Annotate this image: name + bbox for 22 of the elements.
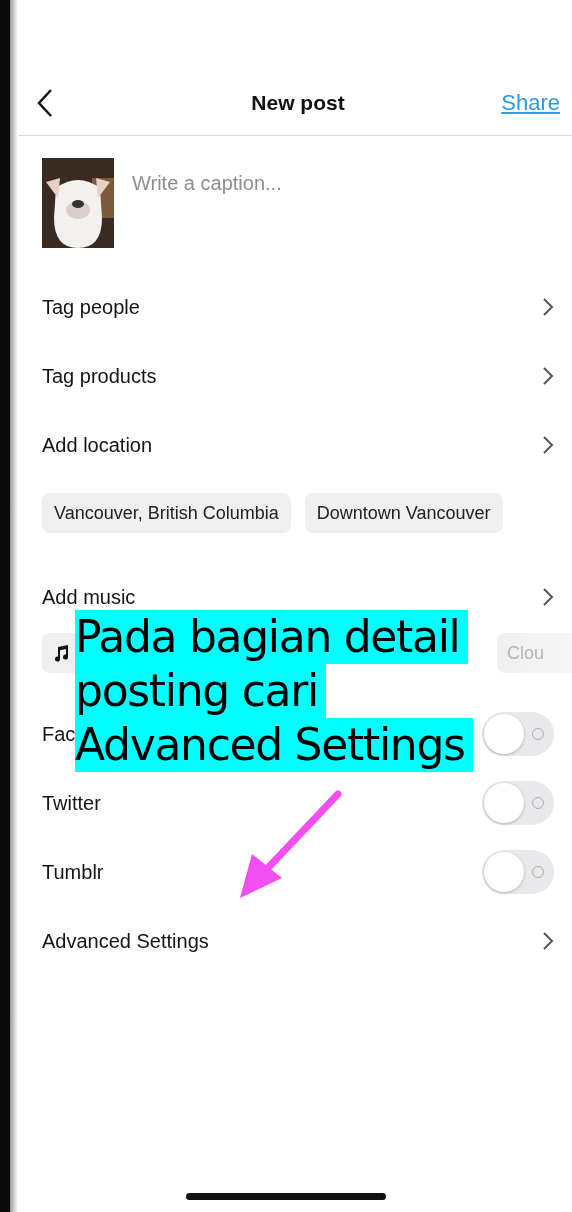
chevron-right-icon <box>542 930 554 951</box>
chevron-right-icon <box>542 365 554 386</box>
location-chip[interactable]: Vancouver, British Columbia <box>42 493 291 533</box>
row-label: Fac <box>42 723 76 744</box>
row-label[interactable]: Tag people <box>42 296 140 317</box>
row-label[interactable]: Tag products <box>42 365 157 386</box>
music-chip[interactable] <box>42 633 75 673</box>
toggle-switch[interactable] <box>482 849 554 894</box>
chevron-right-icon <box>542 434 554 455</box>
row-label: Twitter <box>42 792 101 813</box>
row-label[interactable]: Add music <box>42 586 136 607</box>
toggle-switch[interactable] <box>482 780 554 825</box>
music-note-icon <box>54 644 70 662</box>
chevron-right-icon <box>542 586 554 607</box>
toggle-switch[interactable] <box>482 711 554 756</box>
row-label[interactable]: Add location <box>42 434 153 455</box>
back-icon[interactable] <box>36 87 54 118</box>
screen-title: New post <box>251 90 345 115</box>
location-chip[interactable]: Downtown Vancouver <box>304 493 503 533</box>
row-label[interactable]: Advanced Settings <box>42 930 209 951</box>
chevron-right-icon <box>542 296 554 317</box>
row-label: Tumblr <box>42 861 104 882</box>
